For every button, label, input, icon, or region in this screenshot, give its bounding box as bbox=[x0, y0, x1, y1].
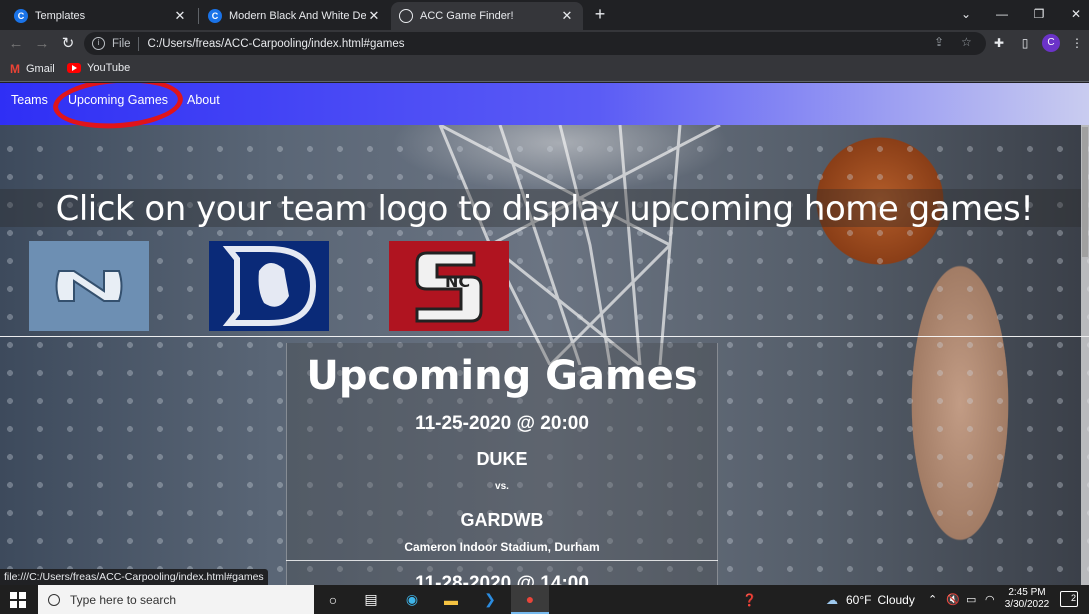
globe-icon bbox=[399, 9, 413, 23]
battery-icon[interactable]: ▭ bbox=[966, 585, 976, 614]
weather-widget[interactable]: ☁ 60°F Cloudy bbox=[826, 585, 915, 614]
close-window-button[interactable]: ✕ bbox=[1058, 4, 1089, 24]
volume-icon[interactable]: 🔇 bbox=[946, 585, 960, 614]
duke-devil-icon bbox=[222, 246, 317, 326]
weather-temp: 60°F bbox=[846, 592, 872, 607]
gmail-icon: M bbox=[10, 62, 20, 76]
game-datetime: 11-25-2020 @ 20:00 bbox=[415, 413, 589, 434]
game-vs-label: vs. bbox=[495, 481, 509, 492]
taskbar-search-box[interactable]: Type here to search bbox=[38, 585, 314, 614]
new-tab-button[interactable]: + bbox=[590, 4, 610, 24]
web-page: Teams Upcoming Games About Click on your… bbox=[0, 83, 1089, 585]
task-view-icon[interactable]: ▤ bbox=[352, 585, 390, 614]
info-icon[interactable]: i bbox=[92, 37, 105, 50]
screen: C Templates ✕ C Modern Black And White D… bbox=[0, 0, 1089, 614]
help-icon[interactable]: ❓ bbox=[742, 585, 757, 614]
duke-logo[interactable] bbox=[209, 241, 329, 331]
extensions-icon[interactable]: ✚ bbox=[990, 34, 1008, 52]
close-icon[interactable]: ✕ bbox=[366, 8, 382, 24]
bookmark-youtube[interactable]: YouTube bbox=[67, 62, 130, 74]
nav-teams[interactable]: Teams bbox=[11, 93, 48, 107]
bookmark-label: Gmail bbox=[26, 63, 55, 75]
unc-logo[interactable] bbox=[29, 241, 149, 331]
unc-logo-icon bbox=[55, 270, 123, 302]
clock-time: 2:45 PM bbox=[1008, 587, 1046, 598]
tab-title: Modern Black And White Design bbox=[229, 10, 366, 22]
search-placeholder: Type here to search bbox=[70, 592, 177, 607]
browser-toolbar: ← → ↻ i File C:/Users/freas/ACC-Carpooli… bbox=[0, 30, 1089, 57]
tab-strip: C Templates ✕ C Modern Black And White D… bbox=[0, 0, 1089, 30]
share-icon[interactable]: ⇪ bbox=[934, 35, 944, 49]
back-button[interactable]: ← bbox=[6, 34, 26, 54]
bookmark-gmail[interactable]: M Gmail bbox=[10, 62, 55, 76]
reload-button[interactable]: ↻ bbox=[58, 34, 78, 54]
restore-button[interactable]: ❐ bbox=[1021, 4, 1057, 24]
vscode-icon[interactable]: ❯ bbox=[471, 585, 509, 614]
file-explorer-icon[interactable]: ▬ bbox=[432, 585, 470, 614]
edge-icon[interactable]: ◉ bbox=[393, 585, 431, 614]
tab-modern-design[interactable]: C Modern Black And White Design ✕ bbox=[200, 2, 390, 30]
tab-title: Templates bbox=[35, 10, 86, 22]
scheme-label: File bbox=[112, 37, 131, 50]
tab-templates[interactable]: C Templates ✕ bbox=[6, 2, 196, 30]
menu-icon[interactable]: ⋮ bbox=[1068, 34, 1086, 52]
bookmark-label: YouTube bbox=[87, 62, 131, 74]
tab-search-icon[interactable]: ⌄ bbox=[948, 4, 984, 24]
clock-date: 3/30/2022 bbox=[1004, 599, 1050, 610]
tray-chevron-icon[interactable]: ⌃ bbox=[928, 585, 937, 614]
wifi-icon[interactable]: ◠ bbox=[985, 585, 995, 614]
close-icon[interactable]: ✕ bbox=[559, 8, 575, 24]
nc-state-logo[interactable]: NC bbox=[389, 241, 509, 331]
scrollbar-thumb[interactable] bbox=[1082, 127, 1088, 257]
notification-count: 2 bbox=[1070, 593, 1076, 603]
tab-separator bbox=[198, 8, 199, 24]
bookmark-star-icon[interactable]: ☆ bbox=[961, 35, 972, 49]
windows-taskbar: Type here to search ○ ▤ ◉ ▬ ❯ ● ❓ ☁ 60°F… bbox=[0, 585, 1089, 614]
nc-state-s-icon: NC bbox=[415, 251, 483, 323]
youtube-icon bbox=[67, 63, 81, 73]
game-home-team: DUKE bbox=[476, 449, 528, 469]
games-title: Upcoming Games bbox=[306, 353, 698, 399]
bookmarks-bar: M Gmail YouTube bbox=[0, 57, 1089, 82]
nav-about[interactable]: About bbox=[187, 93, 220, 107]
profile-avatar[interactable]: C bbox=[1042, 34, 1060, 52]
side-panel-icon[interactable]: ▯ bbox=[1016, 34, 1034, 52]
chrome-icon[interactable]: ● bbox=[511, 585, 549, 614]
tab-acc-game-finder[interactable]: ACC Game Finder! ✕ bbox=[391, 2, 583, 30]
svg-text:NC: NC bbox=[445, 272, 470, 291]
url-text[interactable]: C:/Users/freas/ACC-Carpooling/index.html… bbox=[148, 38, 405, 50]
address-bar[interactable]: i File C:/Users/freas/ACC-Carpooling/ind… bbox=[84, 32, 986, 55]
minimize-button[interactable]: — bbox=[984, 4, 1020, 24]
system-clock[interactable]: 2:45 PM 3/30/2022 bbox=[998, 587, 1056, 611]
close-icon[interactable]: ✕ bbox=[172, 8, 188, 24]
weather-condition: Cloudy bbox=[877, 592, 915, 607]
windows-start-icon[interactable] bbox=[10, 592, 26, 608]
page-headline: Click on your team logo to display upcom… bbox=[55, 189, 1034, 229]
cortana-icon[interactable]: ○ bbox=[314, 585, 352, 614]
section-divider bbox=[0, 336, 1089, 337]
game-venue: Cameron Indoor Stadium, Durham bbox=[404, 540, 600, 554]
site-nav-bar: Teams Upcoming Games About bbox=[0, 83, 1089, 133]
notification-center-icon[interactable]: 2 bbox=[1060, 591, 1078, 607]
game-separator bbox=[286, 560, 718, 561]
status-link-preview: file:///C:/Users/freas/ACC-Carpooling/in… bbox=[0, 569, 268, 585]
canva-icon: C bbox=[208, 9, 222, 23]
search-icon bbox=[48, 593, 60, 606]
game-away-team: GARDWB bbox=[460, 510, 544, 530]
cloud-icon: ☁ bbox=[826, 592, 838, 607]
forward-button[interactable]: → bbox=[32, 34, 52, 54]
address-separator bbox=[137, 36, 139, 51]
tab-title: ACC Game Finder! bbox=[420, 10, 514, 22]
canva-icon: C bbox=[14, 9, 28, 23]
